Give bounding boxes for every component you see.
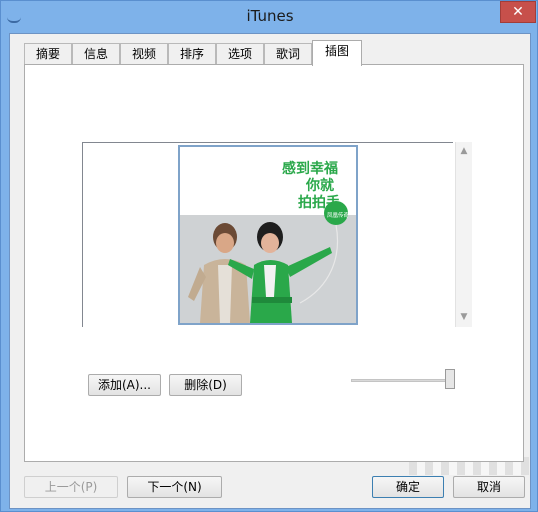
close-button[interactable]: ✕ bbox=[500, 1, 536, 23]
ok-button[interactable]: 确定 bbox=[372, 476, 444, 498]
album-cover-art: 感到幸福 你就 拍拍手 凤凰传奇 bbox=[180, 147, 356, 323]
delete-artwork-button[interactable]: 删除(D) bbox=[169, 374, 242, 396]
cancel-button[interactable]: 取消 bbox=[453, 476, 525, 498]
add-artwork-button[interactable]: 添加(A)... bbox=[88, 374, 161, 396]
tab-info[interactable]: 信息 bbox=[72, 43, 120, 65]
tab-video[interactable]: 视频 bbox=[120, 43, 168, 65]
itunes-dialog-window: iTunes ✕ 摘要 信息 视频 排序 选项 歌词 插图 ▲ ▼ 感到幸福 你… bbox=[0, 0, 538, 512]
tab-lyrics[interactable]: 歌词 bbox=[264, 43, 312, 65]
artwork-panel: ▲ ▼ 感到幸福 你就 拍拍手 凤凰传奇 添加(A)... 删除(D) bbox=[24, 64, 524, 462]
artwork-scrollbar[interactable]: ▲ ▼ bbox=[455, 142, 472, 327]
scroll-down-icon[interactable]: ▼ bbox=[459, 312, 469, 322]
window-title: iTunes bbox=[246, 7, 294, 25]
previous-button[interactable]: 上一个(P) bbox=[24, 476, 118, 498]
artwork-size-slider[interactable] bbox=[351, 379, 451, 382]
next-button[interactable]: 下一个(N) bbox=[127, 476, 222, 498]
logo-badge-text: 凤凰传奇 bbox=[327, 211, 350, 219]
title-bar: iTunes ✕ bbox=[1, 1, 538, 33]
tab-artwork[interactable]: 插图 bbox=[312, 40, 362, 66]
tab-summary[interactable]: 摘要 bbox=[24, 43, 72, 65]
slider-thumb[interactable] bbox=[445, 369, 455, 389]
tab-options[interactable]: 选项 bbox=[216, 43, 264, 65]
slogan-line-1: 感到幸福 bbox=[282, 160, 338, 177]
dialog-client-area: 摘要 信息 视频 排序 选项 歌词 插图 ▲ ▼ 感到幸福 你就 拍拍手 凤凰传… bbox=[9, 33, 531, 509]
slogan-line-2: 你就 bbox=[305, 177, 334, 194]
scroll-up-icon[interactable]: ▲ bbox=[459, 146, 469, 156]
tab-sorting[interactable]: 排序 bbox=[168, 43, 216, 65]
album-artwork-image: 感到幸福 你就 拍拍手 凤凰传奇 bbox=[178, 145, 358, 325]
